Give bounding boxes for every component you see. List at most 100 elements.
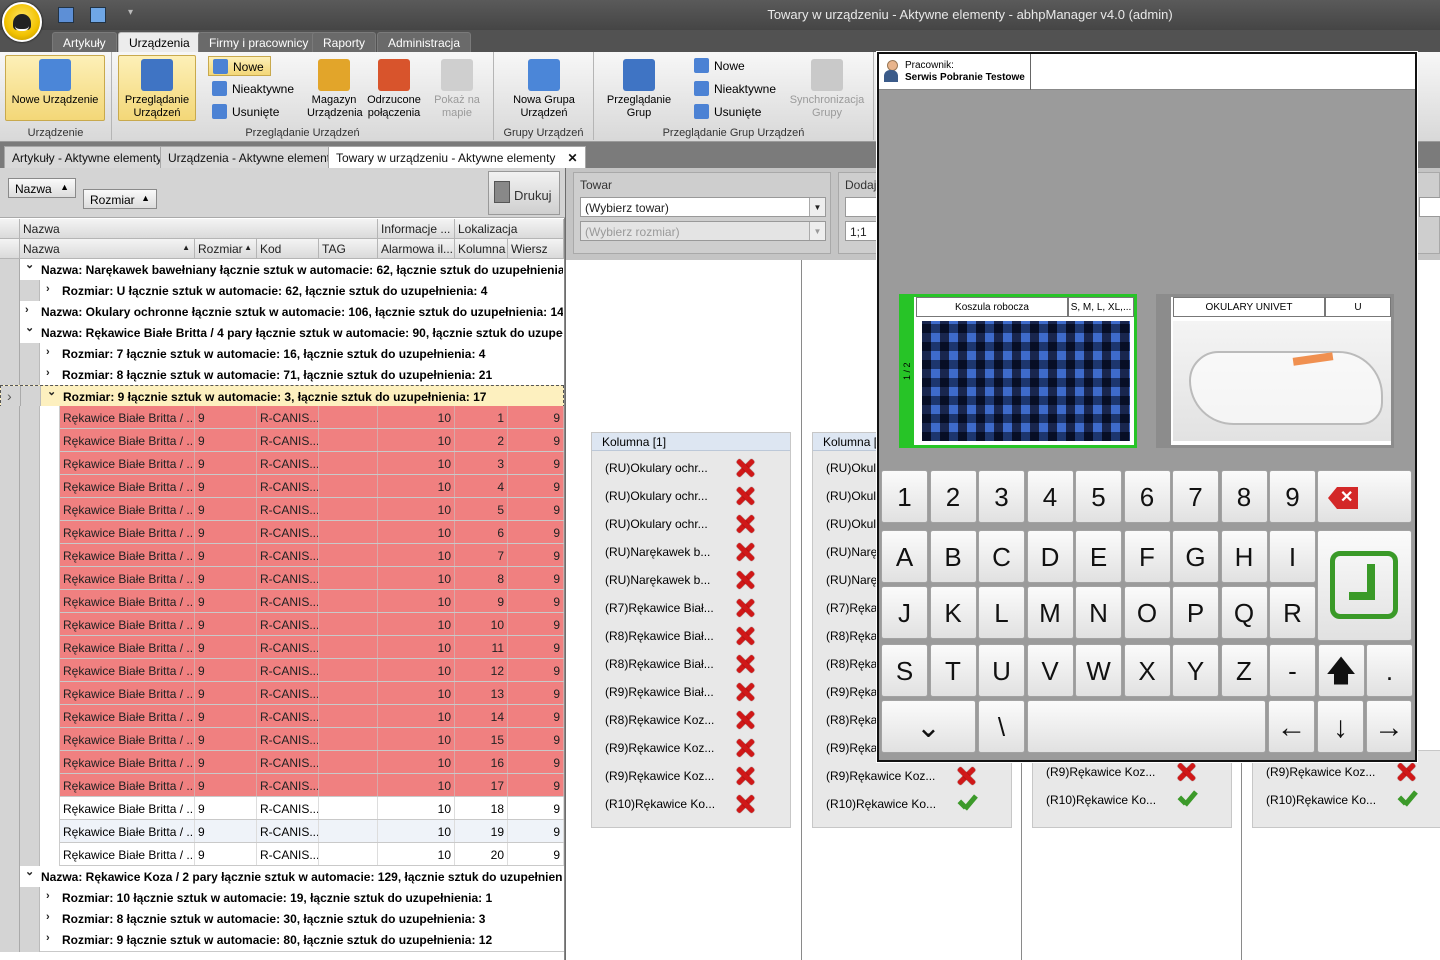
key-2[interactable]: 2 — [929, 470, 977, 523]
cell-code[interactable]: R-CANIS... — [257, 406, 319, 428]
cell-code[interactable]: R-CANIS... — [257, 659, 319, 681]
key-4[interactable]: 4 — [1026, 470, 1074, 523]
row-indicator[interactable] — [0, 567, 20, 590]
customize-toolbar-icon[interactable]: ▾ — [128, 7, 133, 18]
expand-icon[interactable]: › — [25, 304, 29, 316]
row-indicator[interactable] — [0, 636, 20, 659]
cell-wiersz[interactable]: 9 — [508, 843, 564, 865]
table-row[interactable]: Rękawice Białe Britta / ... 9 R-CANIS... 10… — [0, 406, 564, 429]
key-P[interactable]: P — [1172, 586, 1219, 639]
table-row[interactable]: Rękawice Białe Britta / ... 9 R-CANIS... 10… — [0, 797, 564, 820]
app-logo-button[interactable] — [2, 2, 42, 42]
cell-tag[interactable] — [319, 544, 378, 566]
table-row[interactable]: Rękawice Białe Britta / ... 9 R-CANIS... 10… — [0, 613, 564, 636]
cell-alarm[interactable]: 10 — [378, 659, 455, 681]
table-row[interactable]: Rękawice Białe Britta / ... 9 R-CANIS... 10… — [0, 590, 564, 613]
row-indicator[interactable] — [0, 475, 20, 498]
cell-alarm[interactable]: 10 — [378, 544, 455, 566]
table-row[interactable]: Rękawice Białe Britta / ... 9 R-CANIS... 10… — [0, 728, 564, 751]
group-row[interactable]: › Rozmiar: 7 łącznie sztuk w automacie: 1… — [0, 343, 564, 366]
col-header-tag[interactable]: TAG — [319, 239, 378, 259]
slot-label[interactable]: (R7)Rękawice Biał... — [605, 601, 714, 615]
key-D[interactable]: D — [1026, 530, 1074, 583]
key-space[interactable] — [1027, 700, 1266, 753]
cell-name[interactable]: Rękawice Białe Britta / ... — [60, 820, 195, 842]
slot-label[interactable]: (R9)Rękawice Biał... — [605, 685, 714, 699]
slot-label[interactable]: (RU)Narękawek b... — [605, 573, 710, 587]
cell-kolumna[interactable]: 6 — [455, 521, 508, 543]
col-header-wiersz[interactable]: Wiersz — [508, 239, 564, 259]
cell-size[interactable]: 9 — [195, 429, 257, 451]
cell-tag[interactable] — [319, 429, 378, 451]
cell-size[interactable]: 9 — [195, 843, 257, 865]
cell-kolumna[interactable]: 3 — [455, 452, 508, 474]
row-indicator[interactable] — [0, 406, 20, 429]
row-indicator[interactable] — [0, 364, 20, 387]
collapse-icon[interactable]: ⌄ — [47, 385, 56, 398]
key-5[interactable]: 5 — [1075, 470, 1122, 523]
close-icon[interactable]: ✕ — [567, 151, 577, 165]
expand-icon[interactable]: › — [46, 932, 50, 944]
row-indicator[interactable] — [0, 613, 20, 636]
show-on-map-button[interactable]: Pokaż na mapie — [428, 55, 486, 121]
new-device-group-button[interactable]: Nowa Grupa Urządzeń — [506, 55, 582, 121]
collapse-icon[interactable]: ⌄ — [25, 865, 34, 878]
slot-label[interactable]: (R10)Rękawice Ko... — [605, 797, 715, 811]
cell-size[interactable]: 9 — [195, 797, 257, 819]
group-row[interactable]: › Rozmiar: 8 łącznie sztuk w automacie: 3… — [0, 908, 564, 931]
cell-name[interactable]: Rękawice Białe Britta / ... — [60, 636, 195, 658]
slot-label[interactable]: (R9)Rękawice Koz... — [605, 741, 714, 755]
cell-wiersz[interactable]: 9 — [508, 613, 564, 635]
cell-code[interactable]: R-CANIS... — [257, 475, 319, 497]
slot-label[interactable]: (R10)Rękawice Ko... — [826, 797, 936, 811]
table-row[interactable]: Rękawice Białe Britta / ... 9 R-CANIS... 10… — [0, 682, 564, 705]
key-M[interactable]: M — [1026, 586, 1074, 639]
cell-wiersz[interactable]: 9 — [508, 636, 564, 658]
row-indicator[interactable] — [0, 322, 20, 345]
cell-wiersz[interactable]: 9 — [508, 567, 564, 589]
cell-alarm[interactable]: 10 — [378, 521, 455, 543]
cell-code[interactable]: R-CANIS... — [257, 544, 319, 566]
cell-kolumna[interactable]: 15 — [455, 728, 508, 750]
key-9[interactable]: 9 — [1269, 470, 1316, 523]
key-Q[interactable]: Q — [1220, 586, 1268, 639]
cell-size[interactable]: 9 — [195, 682, 257, 704]
doc-tab-towary[interactable]: Towary w urządzeniu - Aktywne elementy ✕ — [328, 146, 586, 168]
filter-usuniete-button[interactable]: Usunięte — [208, 102, 279, 122]
key-S[interactable]: S — [881, 644, 928, 697]
groups-usuniete-button[interactable]: Usunięte — [690, 102, 761, 122]
table-row[interactable]: Rękawice Białe Britta / ... 9 R-CANIS... 10… — [0, 475, 564, 498]
slot-label[interactable]: (R9)Rękawice Koz... — [826, 769, 935, 783]
tab-administracja[interactable]: Administracja — [377, 32, 472, 52]
key-collapse[interactable]: ⌄ — [881, 700, 976, 753]
cell-name[interactable]: Rękawice Białe Britta / ... — [60, 406, 195, 428]
cell-size[interactable]: 9 — [195, 406, 257, 428]
cell-name[interactable]: Rękawice Białe Britta / ... — [60, 659, 195, 681]
cell-wiersz[interactable]: 9 — [508, 820, 564, 842]
cell-tag[interactable] — [319, 682, 378, 704]
cell-kolumna[interactable]: 10 — [455, 613, 508, 635]
table-row[interactable]: Rękawice Białe Britta / ... 9 R-CANIS... 10… — [0, 659, 564, 682]
group-row[interactable]: ⌄ Nazwa: Rękawice Białe Britta / 4 pary ł… — [0, 322, 564, 345]
cell-tag[interactable] — [319, 820, 378, 842]
key-U[interactable]: U — [978, 644, 1025, 697]
col-header-kolumna[interactable]: Kolumna — [455, 239, 508, 259]
row-indicator[interactable] — [0, 843, 20, 866]
cell-alarm[interactable]: 10 — [378, 590, 455, 612]
cell-tag[interactable] — [319, 705, 378, 727]
key-H[interactable]: H — [1220, 530, 1268, 583]
cell-alarm[interactable]: 10 — [378, 751, 455, 773]
key-B[interactable]: B — [929, 530, 977, 583]
cell-name[interactable]: Rękawice Białe Britta / ... — [60, 567, 195, 589]
device-warehouse-button[interactable]: Magazyn Urządzenia — [306, 55, 363, 121]
cell-wiersz[interactable]: 9 — [508, 590, 564, 612]
cell-code[interactable]: R-CANIS... — [257, 452, 319, 474]
row-indicator[interactable] — [0, 259, 20, 282]
key-Z[interactable]: Z — [1220, 644, 1268, 697]
table-row[interactable]: Rękawice Białe Britta / ... 9 R-CANIS... 10… — [0, 705, 564, 728]
cell-size[interactable]: 9 — [195, 659, 257, 681]
key-dash[interactable]: - — [1269, 644, 1316, 697]
browse-groups-button[interactable]: Przeglądanie Grup — [600, 55, 678, 121]
key-K[interactable]: K — [929, 586, 977, 639]
cell-code[interactable]: R-CANIS... — [257, 498, 319, 520]
